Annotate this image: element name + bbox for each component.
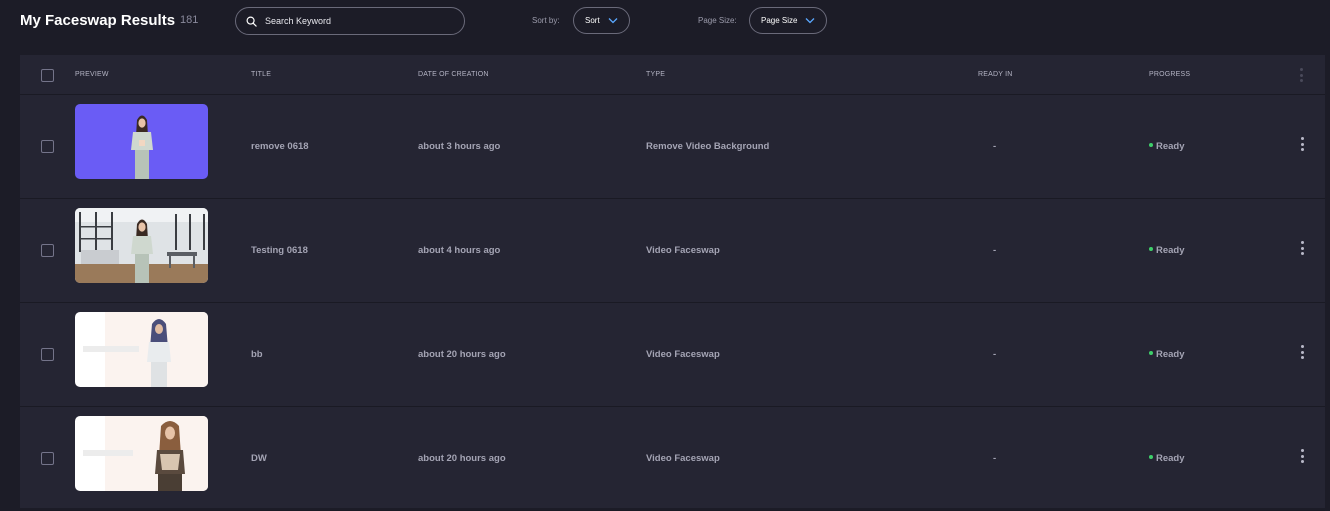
row-title: remove 0618 [251,141,309,152]
row-date: about 20 hours ago [418,453,506,464]
column-header-preview: PREVIEW [75,71,109,78]
ready-dot-icon [1149,455,1153,460]
table-row[interactable]: bb about 20 hours ago Video Faceswap - R… [20,303,1325,407]
row-menu-icon[interactable] [1300,137,1304,151]
table-row[interactable]: remove 0618 about 3 hours ago Remove Vid… [20,95,1325,199]
sort-dropdown[interactable]: Sort [573,7,630,34]
row-menu-icon[interactable] [1300,345,1304,359]
status-badge: Ready [1149,245,1185,256]
column-header-ready-in[interactable]: READY IN [978,71,1013,78]
preview-thumbnail[interactable] [75,312,208,387]
status-badge: Ready [1149,453,1185,464]
row-date: about 4 hours ago [418,245,501,256]
result-count: 181 [180,14,199,26]
row-progress: Ready [1156,453,1185,464]
row-date: about 20 hours ago [418,349,506,360]
row-type: Video Faceswap [646,245,720,256]
column-header-date[interactable]: DATE OF CREATION [418,71,489,78]
row-title: DW [251,453,267,464]
row-ready-in: - [993,349,997,360]
row-ready-in: - [993,141,997,152]
column-header-title[interactable]: TITLE [251,71,271,78]
row-checkbox[interactable] [41,244,54,257]
row-progress: Ready [1156,245,1185,256]
ready-dot-icon [1149,143,1153,148]
row-title: Testing 0618 [251,245,308,256]
row-ready-in: - [993,245,997,256]
page-size-value: Page Size [761,16,798,25]
search-input[interactable] [265,16,445,26]
row-progress: Ready [1156,141,1185,152]
table-header: PREVIEW TITLE DATE OF CREATION TYPE READ… [20,55,1325,95]
row-title: bb [251,349,263,360]
row-date: about 3 hours ago [418,141,501,152]
status-badge: Ready [1149,141,1185,152]
chevron-down-icon [608,18,618,24]
preview-thumbnail[interactable] [75,416,208,491]
row-progress: Ready [1156,349,1185,360]
page-size-dropdown[interactable]: Page Size [749,7,828,34]
row-checkbox[interactable] [41,452,54,465]
row-checkbox[interactable] [41,140,54,153]
top-bar: My Faceswap Results 181 Sort by: Sort Pa… [0,0,1330,42]
sort-value: Sort [585,16,600,25]
row-type: Video Faceswap [646,349,720,360]
preview-thumbnail[interactable] [75,208,208,283]
row-ready-in: - [993,453,997,464]
table-row[interactable]: Testing 0618 about 4 hours ago Video Fac… [20,199,1325,303]
row-checkbox[interactable] [41,348,54,361]
status-badge: Ready [1149,349,1185,360]
search-box[interactable] [235,7,465,35]
chevron-down-icon [806,18,815,24]
results-table: PREVIEW TITLE DATE OF CREATION TYPE READ… [20,55,1325,511]
row-menu-icon[interactable] [1300,241,1304,255]
column-options-icon[interactable] [1299,68,1303,82]
row-menu-icon[interactable] [1300,449,1304,463]
column-header-type[interactable]: TYPE [646,71,665,78]
row-type: Remove Video Background [646,141,770,152]
ready-dot-icon [1149,247,1153,252]
row-type: Video Faceswap [646,453,720,464]
search-icon [246,16,257,27]
preview-thumbnail[interactable] [75,104,208,179]
page-size-label: Page Size: [698,16,737,25]
table-row[interactable]: DW about 20 hours ago Video Faceswap - R… [20,407,1325,511]
select-all-checkbox[interactable] [41,69,54,82]
column-header-progress[interactable]: PROGRESS [1149,71,1190,78]
ready-dot-icon [1149,351,1153,356]
sort-label: Sort by: [532,16,560,25]
page-title: My Faceswap Results [20,12,176,29]
